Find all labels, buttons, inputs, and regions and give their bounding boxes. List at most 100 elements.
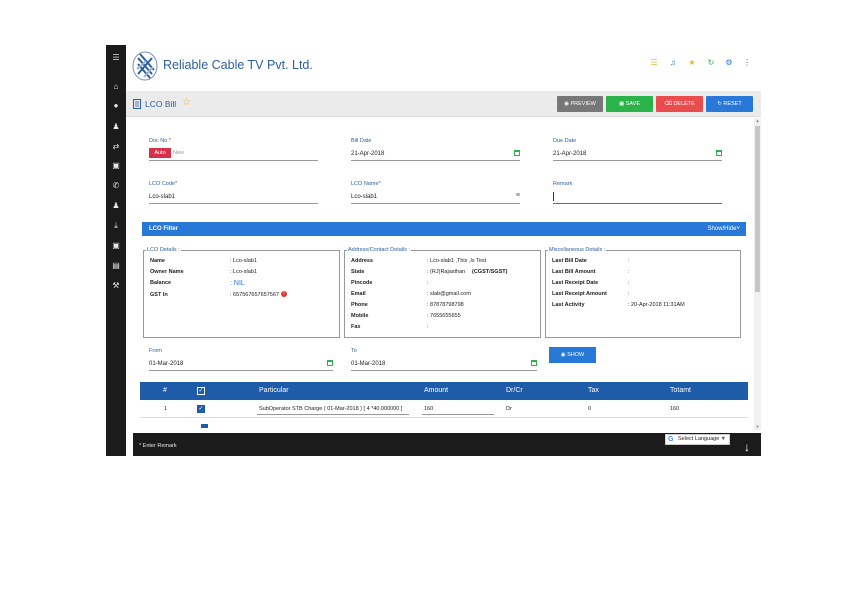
col-header-total: Totamt xyxy=(670,387,692,394)
delete-button[interactable]: ⌫ DELETE xyxy=(656,96,703,112)
wrench-icon[interactable]: ⚒ xyxy=(110,281,122,291)
page-titlebar: LCO Bill ☆ ◉ PREVIEW ▦ SAVE ⌫ DELETE ↻ R… xyxy=(126,91,761,117)
auto-badge: Auto xyxy=(149,148,171,158)
lco-filter-bar[interactable]: LCO Filter Show/Hide˅ xyxy=(142,222,746,236)
preview-button[interactable]: ◉ PREVIEW xyxy=(557,96,603,112)
transfer-icon[interactable]: ⇄ xyxy=(110,142,122,152)
detail-key: Last Receipt Amount xyxy=(552,291,607,297)
detail-row-state: State: (RJ)Rajasthan (CGST/SGST) xyxy=(351,269,546,278)
cell-amount[interactable]: 160 xyxy=(424,400,433,418)
scroll-up-icon[interactable]: ▲ xyxy=(754,118,761,124)
show-hide-toggle[interactable]: Show/Hide˅ xyxy=(707,222,740,236)
lco-name-label: LCO Name* xyxy=(351,181,381,187)
detail-row-email: Email: slab@gmail.com xyxy=(351,291,546,300)
warning-icon[interactable]: ! xyxy=(281,291,287,297)
scrollbar-thumb[interactable] xyxy=(755,126,760,292)
favorite-star-icon[interactable]: ☆ xyxy=(182,97,191,108)
calendar-icon[interactable] xyxy=(327,360,333,366)
download-icon[interactable]: ⤓ xyxy=(110,221,122,231)
col-header-drcr: Dr/Cr xyxy=(506,387,523,394)
lco-code-value: Lco-slab1 xyxy=(149,194,176,200)
detail-key: State xyxy=(351,269,365,275)
detail-value: : 7655655655 xyxy=(427,313,461,319)
particular-underline xyxy=(257,414,409,415)
chevron-down-icon: ˅ xyxy=(736,226,740,232)
language-select[interactable]: G Select Language ▼ xyxy=(665,434,730,445)
box-icon[interactable]: ▣ xyxy=(110,241,122,251)
col-header-amount: Amount xyxy=(424,387,449,394)
show-button-label: SHOW xyxy=(567,352,585,358)
gear-icon[interactable]: ⚙ xyxy=(724,58,734,68)
show-button[interactable]: ◉ SHOW xyxy=(549,347,596,363)
detail-row-last-activity: Last Activity: 20-Apr-2018 11:31AM xyxy=(552,302,746,311)
list-icon[interactable]: ☰ xyxy=(649,58,659,68)
remark-note: * Enter Remark xyxy=(139,443,177,449)
bill-date-underline xyxy=(351,160,520,161)
menu-icon[interactable]: ☰ xyxy=(110,53,122,63)
due-date-value: 21-Apr-2018 xyxy=(553,151,587,157)
preview-button-label: PREVIEW xyxy=(570,101,596,107)
row-checkbox[interactable]: ✓ xyxy=(197,405,205,413)
detail-value: : xyxy=(427,324,429,330)
select-all-checkbox[interactable]: ✓ xyxy=(197,387,205,395)
scroll-bottom-arrow-icon[interactable]: ↓ xyxy=(744,440,750,454)
list-lookup-icon[interactable]: ≡ xyxy=(516,192,520,199)
user-icon[interactable]: ♟ xyxy=(110,122,122,132)
book-icon[interactable]: ▣ xyxy=(110,161,122,171)
detail-value: : 87878798798 xyxy=(427,302,464,308)
detail-key: Address xyxy=(351,258,374,264)
company-logo-icon xyxy=(132,51,158,81)
report-icon[interactable]: ▤ xyxy=(110,261,122,271)
detail-value: : slab@gmail.com xyxy=(427,291,471,297)
lco-name-underline xyxy=(351,203,520,204)
due-date-underline xyxy=(553,160,722,161)
next-row-checkbox[interactable] xyxy=(201,424,208,428)
vertical-scrollbar[interactable]: ▲ ▼ xyxy=(754,118,761,430)
scroll-down-icon[interactable]: ▼ xyxy=(754,424,761,430)
google-icon: G xyxy=(668,436,674,443)
detail-value: : Lco-slab1 xyxy=(230,269,257,275)
amount-underline xyxy=(422,414,494,415)
cell-drcr: Dr xyxy=(506,406,512,412)
detail-row-last-receipt-date: Last Receipt Date: xyxy=(552,280,746,289)
more-vertical-icon[interactable]: ⋮ xyxy=(742,58,752,68)
star-icon[interactable]: ★ xyxy=(687,58,697,68)
users-icon[interactable]: ♟ xyxy=(110,201,122,211)
calendar-icon[interactable] xyxy=(514,150,520,156)
refresh-icon[interactable]: ↻ xyxy=(706,58,716,68)
detail-value: : xyxy=(427,280,429,286)
from-date-value: 01-Mar-2018 xyxy=(149,361,184,367)
table-row[interactable]: 1 ✓ SubOperator STB Charge ( 01-Mar-2018… xyxy=(140,400,748,418)
to-date-value: 01-Mar-2018 xyxy=(351,361,386,367)
detail-key: Pincode xyxy=(351,280,373,286)
col-header-tax: Tax xyxy=(588,387,599,394)
detail-key: Fax xyxy=(351,324,361,330)
detail-row-phone: Phone : 87878798798 xyxy=(351,302,546,311)
reset-button[interactable]: ↻ RESET xyxy=(706,96,753,112)
phone-icon[interactable]: ✆ xyxy=(110,181,122,191)
cell-total: 160 xyxy=(670,406,680,412)
chevron-down-icon: ▼ xyxy=(720,436,726,442)
from-date-label: From xyxy=(149,348,162,354)
bell-icon[interactable]: ♫ xyxy=(668,58,678,68)
detail-row-address: Address: Lco-slab1 ,This ,Is Test xyxy=(351,258,546,267)
lco-filter-title: LCO Filter xyxy=(149,226,179,232)
form-content: Doc No.* Auto New Bill Date 21-Apr-2018 … xyxy=(126,118,754,430)
company-name: Reliable Cable TV Pvt. Ltd. xyxy=(163,58,313,72)
detail-key: Phone xyxy=(351,302,368,308)
detail-row-owner: Owner Name : Lco-slab1 xyxy=(150,269,345,278)
document-icon xyxy=(133,99,141,109)
calendar-icon[interactable] xyxy=(531,360,537,366)
detail-row-mobile: Mobile: 7655655655 xyxy=(351,313,546,322)
save-button[interactable]: ▦ SAVE xyxy=(606,96,653,112)
detail-key: Owner Name xyxy=(150,269,184,275)
bill-date-value: 21-Apr-2018 xyxy=(351,151,385,157)
detail-value: : xyxy=(628,280,630,286)
calendar-icon[interactable] xyxy=(716,150,722,156)
globe-icon[interactable]: ● xyxy=(110,101,122,111)
home-icon[interactable]: ⌂ xyxy=(110,82,122,92)
detail-row-name: Name: Lco-slab1 xyxy=(150,258,345,267)
save-button-label: SAVE xyxy=(625,101,640,107)
lco-code-label: LCO Code* xyxy=(149,181,178,187)
col-header-particular: Particular xyxy=(259,387,289,394)
